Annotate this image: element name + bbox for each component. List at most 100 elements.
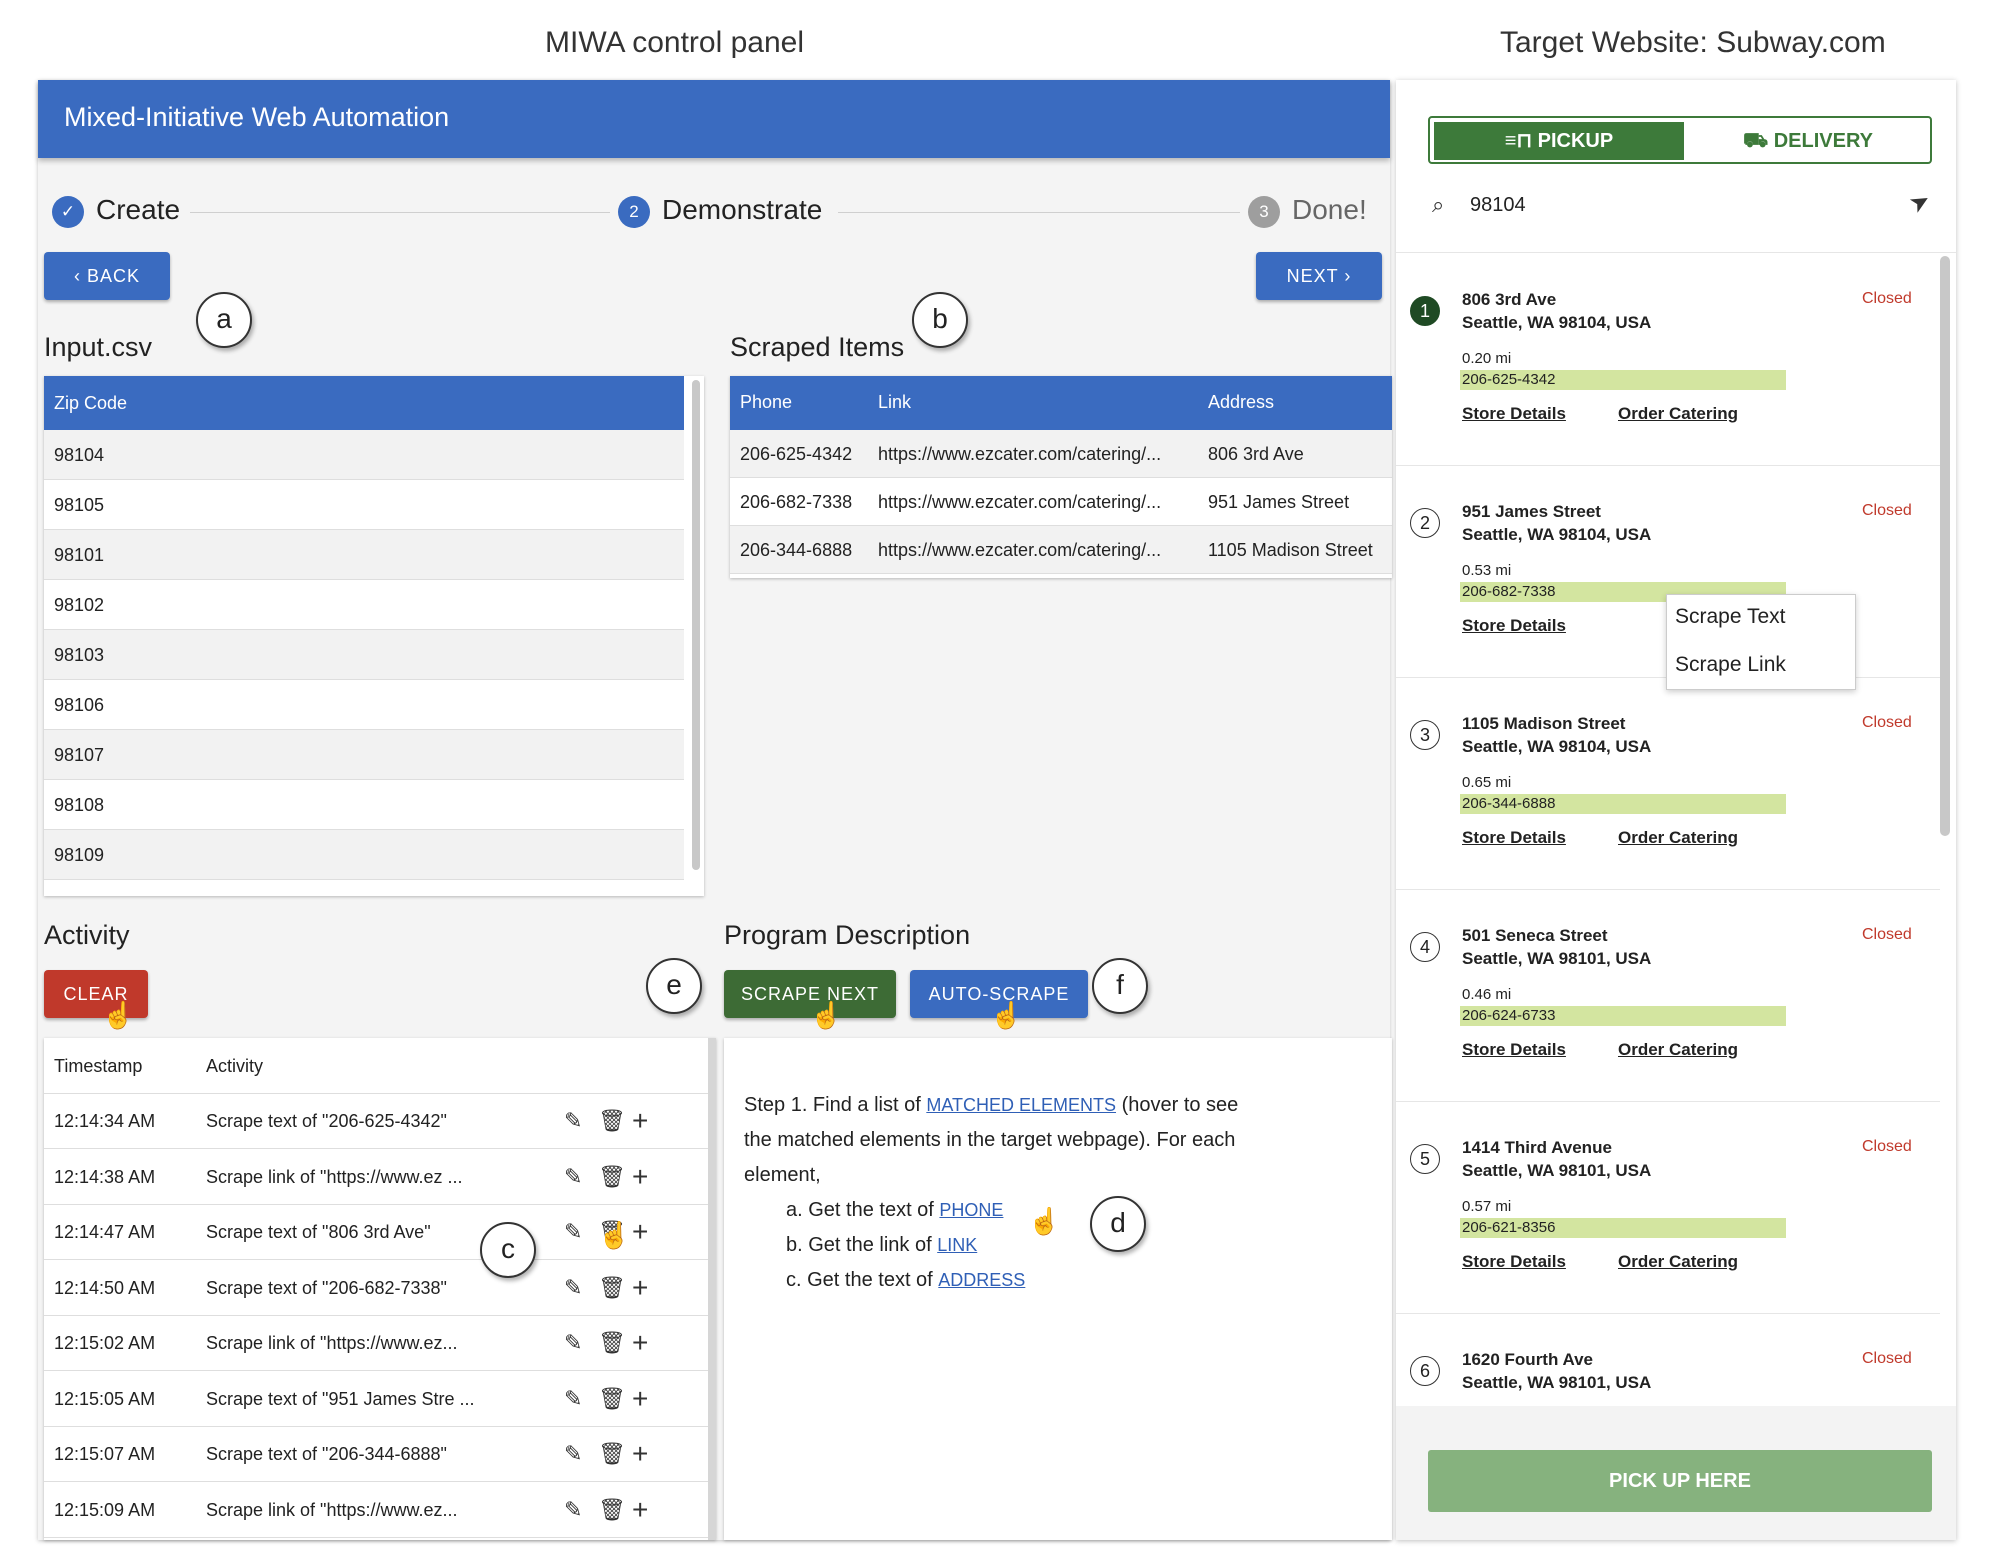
annotation-e: e [646, 958, 702, 1014]
store-phone-highlight[interactable]: 206-625-4342 [1460, 370, 1786, 390]
store-card[interactable]: 6 1620 Fourth Ave Seattle, WA 98101, USA Cl… [1396, 1314, 1940, 1400]
step-connector [190, 212, 610, 213]
store-city: Seattle, WA 98101, USA [1462, 949, 1652, 968]
scraped-cell: 1105 Madison Street [1208, 540, 1373, 560]
phone-link[interactable]: PHONE [939, 1200, 1003, 1220]
locate-me-icon[interactable]: ➤ [1904, 185, 1936, 220]
store-number-badge: 4 [1410, 932, 1440, 962]
activity-timestamp: 12:15:02 AM [54, 1333, 156, 1353]
store-card[interactable]: 4 501 Seneca Street Seattle, WA 98101, USA… [1396, 890, 1940, 1102]
input-row: 98101 [44, 530, 684, 580]
matched-elements-link[interactable]: MATCHED ELEMENTS [926, 1095, 1116, 1115]
edit-icon[interactable]: ✎ [564, 1219, 582, 1245]
step-done-label: Done! [1292, 194, 1367, 225]
store-list-scrollbar[interactable] [1940, 256, 1950, 836]
store-details-link[interactable]: Store Details [1462, 1040, 1566, 1060]
order-catering-link[interactable]: Order Catering [1618, 1252, 1738, 1272]
activity-timestamp: 12:15:07 AM [54, 1444, 156, 1464]
activity-scrollbar[interactable] [708, 1038, 716, 1540]
edit-icon[interactable]: ✎ [564, 1108, 582, 1134]
store-city: Seattle, WA 98104, USA [1462, 737, 1652, 756]
store-card[interactable]: 3 1105 Madison Street Seattle, WA 98104, U… [1396, 678, 1940, 890]
add-icon[interactable]: + [632, 1438, 648, 1470]
pickup-tab[interactable]: ≡⊓ PICKUP [1434, 122, 1684, 160]
store-status: Closed [1862, 502, 1912, 519]
edit-icon[interactable]: ✎ [564, 1275, 582, 1301]
scraped-row: 206-682-7338 https://www.ezcater.com/cate… [730, 478, 1392, 526]
delete-icon[interactable]: 🗑 [598, 1108, 626, 1134]
store-details-link[interactable]: Store Details [1462, 828, 1566, 848]
store-card[interactable]: 1 806 3rd Ave Seattle, WA 98104, USA Closed… [1396, 254, 1940, 466]
input-row: 98105 [44, 480, 684, 530]
scraped-header-row: Phone Link Address [730, 376, 1392, 430]
input-row: 98107 [44, 730, 684, 780]
delivery-tab[interactable]: ⛟ DELIVERY [1686, 122, 1930, 160]
next-label: NEXT [1286, 266, 1339, 286]
add-icon[interactable]: + [632, 1105, 648, 1137]
order-catering-link[interactable]: Order Catering [1618, 404, 1738, 424]
delete-icon[interactable]: 🗑 [598, 1164, 626, 1190]
item-prefix: a. Get the text of [786, 1199, 940, 1221]
next-button[interactable]: NEXT › [1256, 252, 1382, 300]
program-description-title: Program Description [724, 920, 971, 950]
store-details-link[interactable]: Store Details [1462, 404, 1566, 424]
store-details-link[interactable]: Store Details [1462, 1252, 1566, 1272]
search-icon: ⌕ [1432, 192, 1445, 217]
activity-description: Scrape text of "206-625-4342" [206, 1111, 447, 1131]
delivery-label: DELIVERY [1773, 130, 1873, 152]
activity-timestamp: 12:15:09 AM [54, 1499, 156, 1520]
back-button[interactable]: ‹ BACK [44, 252, 170, 300]
edit-icon[interactable]: ✎ [564, 1164, 582, 1190]
edit-icon[interactable]: ✎ [564, 1441, 582, 1467]
activity-row: 12:15:07 AM Scrape text of "206-344-6888"… [44, 1427, 708, 1482]
delete-icon[interactable]: 🗑 [598, 1497, 626, 1523]
program-description-box: Step 1. Find a list of MATCHED ELEMENTS … [724, 1038, 1392, 1540]
add-icon[interactable]: + [632, 1216, 648, 1248]
add-icon[interactable]: + [632, 1494, 648, 1526]
store-details-link[interactable]: Store Details [1462, 616, 1566, 636]
delete-icon[interactable]: 🗑 [598, 1441, 626, 1467]
store-phone-highlight[interactable]: 206-624-6733 [1460, 1006, 1786, 1026]
store-street: 1414 Third Avenue [1462, 1138, 1612, 1157]
activity-table: Timestamp Activity 12:14:34 AM Scrape tex… [44, 1038, 716, 1540]
link-link[interactable]: LINK [937, 1235, 977, 1255]
store-status: Closed [1862, 290, 1912, 307]
edit-icon[interactable]: ✎ [564, 1330, 582, 1356]
edit-icon[interactable]: ✎ [564, 1497, 582, 1523]
step-item-b: b. Get the link of LINK [786, 1228, 1025, 1263]
address-link[interactable]: ADDRESS [938, 1270, 1025, 1290]
order-catering-link[interactable]: Order Catering [1618, 1040, 1738, 1060]
step-line-3: element, [744, 1164, 821, 1186]
target-website-caption: Target Website: Subway.com [1500, 26, 1886, 59]
activity-timestamp: 12:14:47 AM [54, 1222, 156, 1242]
item-prefix: c. Get the text of [786, 1269, 939, 1291]
store-phone-highlight[interactable]: 206-621-8356 [1460, 1218, 1786, 1238]
delete-icon[interactable]: 🗑 [598, 1330, 626, 1356]
activity-row: 12:14:34 AM Scrape text of "206-625-4342"… [44, 1094, 708, 1149]
activity-header: Activity [206, 1056, 264, 1076]
pick-up-here-button[interactable]: PICK UP HERE [1428, 1450, 1932, 1512]
input-row: 98106 [44, 680, 684, 730]
scrape-link-menu-item[interactable]: Scrape Link [1675, 653, 1786, 677]
location-search-input[interactable]: 98104 [1470, 194, 1526, 217]
delete-icon[interactable]: 🗑 [598, 1386, 626, 1412]
delete-icon[interactable]: 🗑 [598, 1275, 626, 1301]
input-row: 98104 [44, 430, 684, 480]
zip-code-header: Zip Code [44, 376, 684, 430]
add-icon[interactable]: + [632, 1272, 648, 1304]
store-card[interactable]: 5 1414 Third Avenue Seattle, WA 98101, USA… [1396, 1102, 1940, 1314]
add-icon[interactable]: + [632, 1327, 648, 1359]
scraped-cell: https://www.ezcater.com/catering/... [878, 444, 1162, 464]
activity-title: Activity [44, 920, 130, 950]
order-catering-link[interactable]: Order Catering [1618, 828, 1738, 848]
link-header: Link [878, 392, 912, 412]
store-phone-highlight[interactable]: 206-344-6888 [1460, 794, 1786, 814]
app-bar: Mixed-Initiative Web Automation [38, 80, 1390, 158]
scrape-text-menu-item[interactable]: Scrape Text [1675, 605, 1786, 629]
input-scrollbar[interactable] [692, 380, 700, 870]
edit-icon[interactable]: ✎ [564, 1386, 582, 1412]
control-panel-caption: MIWA control panel [545, 26, 804, 59]
store-street: 806 3rd Ave [1462, 290, 1557, 309]
add-icon[interactable]: + [632, 1161, 648, 1193]
add-icon[interactable]: + [632, 1383, 648, 1415]
